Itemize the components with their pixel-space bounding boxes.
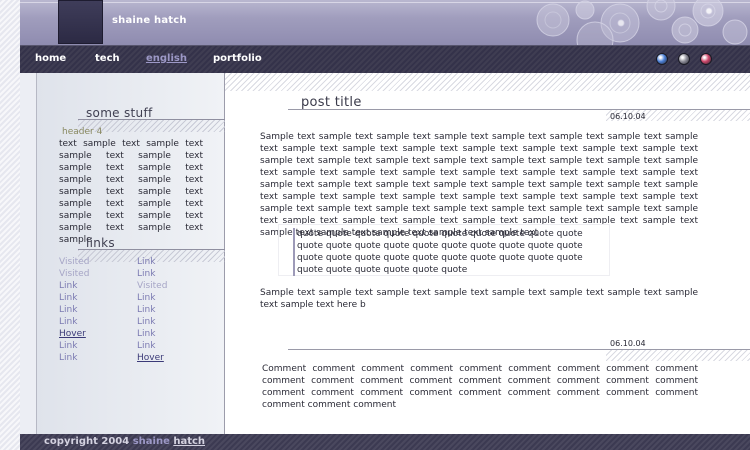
sidebar-link[interactable]: Link bbox=[137, 329, 155, 339]
sidebar-link[interactable]: Link bbox=[59, 317, 77, 327]
sidebar-heading-stuff: some stuff bbox=[86, 106, 153, 120]
sidebar-link[interactable]: Link bbox=[137, 269, 155, 279]
sidebar-link[interactable]: Link bbox=[137, 293, 155, 303]
sidebar-link[interactable]: Hover bbox=[59, 329, 86, 339]
post-date: 06.10.04 bbox=[610, 112, 646, 121]
footer-text: copyright 2004 shaine hatch bbox=[44, 436, 205, 447]
nav-home[interactable]: home bbox=[35, 53, 66, 64]
sidebar-link[interactable]: Link bbox=[59, 305, 77, 315]
page-frame: shaine hatch home tech english portfolio… bbox=[20, 0, 750, 450]
sidebar-link[interactable]: Link bbox=[59, 341, 77, 351]
bubbles-decoration bbox=[536, 0, 748, 45]
sidebar-link[interactable]: Link bbox=[59, 281, 77, 291]
sidebar-link[interactable]: Link bbox=[59, 293, 77, 303]
gray-round-button-icon[interactable] bbox=[678, 53, 690, 65]
comment-date: 06.10.04 bbox=[610, 339, 646, 348]
sidebar-link[interactable]: Link bbox=[137, 257, 155, 267]
sidebar-text: text sample text sample text sample text… bbox=[59, 139, 203, 245]
site-title: shaine hatch bbox=[112, 15, 187, 26]
logo-block bbox=[58, 0, 103, 44]
sidebar-link[interactable]: Hover bbox=[137, 353, 164, 363]
post-body: Sample text sample text sample text samp… bbox=[260, 132, 698, 238]
nav-portfolio[interactable]: portfolio bbox=[213, 53, 262, 64]
post-body-continued: Sample text sample text sample text samp… bbox=[260, 288, 698, 310]
footer-copyright: copyright 2004 bbox=[44, 436, 130, 447]
post-quote: quote quote quote quote quote quote quot… bbox=[293, 228, 587, 276]
sidebar-heading-links: links bbox=[86, 236, 115, 250]
footer: copyright 2004 shaine hatch bbox=[20, 434, 750, 450]
red-round-button-icon[interactable] bbox=[700, 53, 712, 65]
sidebar-link[interactable]: Visited bbox=[59, 269, 89, 279]
header-banner: shaine hatch bbox=[20, 0, 750, 45]
comment-date-hatch bbox=[606, 349, 750, 361]
sidebar-link[interactable]: Link bbox=[137, 305, 155, 315]
sidebar-link[interactable]: Link bbox=[137, 317, 155, 327]
post-title: post title bbox=[301, 95, 362, 110]
blue-round-button-icon[interactable] bbox=[656, 53, 668, 65]
left-background-stripes bbox=[0, 0, 20, 450]
footer-name: shaine bbox=[132, 436, 170, 447]
nav-tech[interactable]: tech bbox=[95, 53, 120, 64]
footer-link[interactable]: hatch bbox=[173, 436, 205, 447]
sidebar-link[interactable]: Link bbox=[59, 353, 77, 363]
sidebar-link[interactable]: Link bbox=[137, 341, 155, 351]
post-title-rule bbox=[288, 109, 750, 110]
sidebar-subheading: header 4 bbox=[62, 127, 103, 137]
sidebar-link[interactable]: Visited bbox=[137, 281, 167, 291]
comment-text: Comment comment comment comment comment … bbox=[262, 364, 698, 410]
sidebar-link[interactable]: Visited bbox=[59, 257, 89, 267]
post-header-hatch bbox=[225, 73, 750, 91]
navigation-bar: home tech english portfolio bbox=[20, 45, 750, 73]
nav-english[interactable]: english bbox=[146, 53, 187, 64]
comment-rule bbox=[288, 349, 750, 350]
